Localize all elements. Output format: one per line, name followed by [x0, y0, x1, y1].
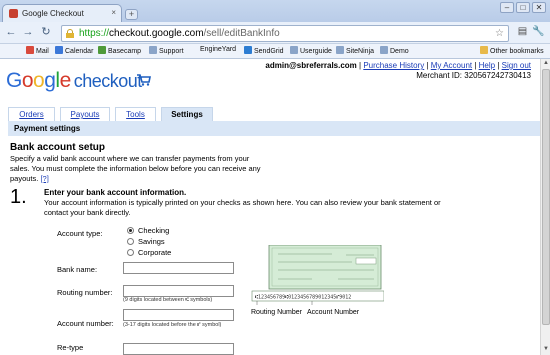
calendar-icon: [55, 46, 63, 54]
help-link[interactable]: Help: [479, 61, 495, 70]
bookmark-basecamp[interactable]: Basecamp: [98, 46, 141, 55]
account-bar: admin@sbreferrals.com | Purchase History…: [265, 61, 531, 80]
scroll-down-icon[interactable]: ▼: [542, 345, 550, 354]
lock-icon: [66, 29, 74, 38]
micr-line: ⑆123456789⑆0123456789012345⑈9012: [255, 295, 351, 301]
tab-payouts[interactable]: Payouts: [60, 107, 110, 121]
bookmark-demo[interactable]: Demo: [380, 46, 409, 55]
bookmarks-bar: Mail Calendar Basecamp Support EngineYar…: [0, 44, 550, 59]
bank-name-input[interactable]: [123, 262, 234, 274]
step-number: 1.: [10, 186, 27, 208]
tab-settings[interactable]: Settings: [161, 107, 213, 121]
bank-name-label: Bank name:: [57, 265, 98, 274]
sign-out-link[interactable]: Sign out: [502, 61, 531, 70]
page-icon: [380, 46, 388, 54]
retype-account-input[interactable]: [123, 343, 234, 355]
routing-number-input[interactable]: [123, 285, 234, 297]
account-number-label: Account number:: [57, 319, 114, 328]
tab-orders[interactable]: Orders: [8, 107, 55, 121]
other-bookmarks[interactable]: Other bookmarks: [480, 46, 544, 55]
browser-toolbar: ← → ↻ https://checkout.google.com/sell/e…: [0, 22, 550, 44]
intro-text: Specify a valid bank account where we ca…: [10, 154, 261, 183]
address-bar[interactable]: https://checkout.google.com/sell/editBan…: [61, 25, 509, 42]
sendgrid-icon: [244, 46, 252, 54]
tab-tools[interactable]: Tools: [115, 107, 156, 121]
page-title: Bank account setup: [10, 142, 106, 153]
scrollbar-thumb[interactable]: [542, 69, 550, 325]
routing-hint: (9 digits located between ⑆ symbols): [123, 297, 213, 303]
routing-number-label: Routing number:: [57, 288, 113, 297]
step-title: Enter your bank account information.: [44, 188, 187, 197]
page-icon: [149, 46, 157, 54]
purchase-history-link[interactable]: Purchase History: [363, 61, 424, 70]
google-checkout-logo[interactable]: Google checkout: [6, 69, 142, 93]
retype-account-label: Re-type: [57, 343, 84, 352]
browser-tab[interactable]: Google Checkout ×: [2, 4, 122, 22]
radio-checking[interactable]: Checking: [127, 226, 169, 235]
step-description: Your account information is typically pr…: [44, 198, 441, 217]
minimize-button[interactable]: –: [500, 2, 514, 13]
new-tab-button[interactable]: +: [125, 9, 138, 20]
back-button[interactable]: ←: [5, 27, 17, 39]
radio-icon[interactable]: [127, 238, 134, 245]
reload-button[interactable]: ↻: [40, 27, 52, 39]
bookmark-sendgrid[interactable]: SendGrid: [244, 46, 284, 55]
tab-strip: Google Checkout × + – □ ✕: [0, 0, 550, 22]
url-text[interactable]: https://checkout.google.com/sell/editBan…: [79, 28, 280, 39]
bookmark-star-icon[interactable]: ☆: [495, 28, 504, 39]
radio-selected-icon[interactable]: [127, 227, 134, 234]
tab-title: Google Checkout: [22, 9, 84, 18]
bookmark-support[interactable]: Support: [149, 46, 184, 55]
account-number-caption: Account Number: [307, 309, 360, 316]
section-header: Payment settings: [8, 121, 540, 136]
account-hint: (3-17 digits located before the ⑈ symbol…: [123, 322, 222, 328]
bookmark-engineyard[interactable]: EngineYard: [200, 46, 236, 53]
folder-icon: [480, 46, 488, 54]
close-window-button[interactable]: ✕: [532, 2, 546, 13]
merchant-id: Merchant ID: 320567242730413: [416, 71, 531, 80]
forward-button[interactable]: →: [22, 27, 34, 39]
page-icon: [336, 46, 344, 54]
bookmark-calendar[interactable]: Calendar: [55, 46, 93, 55]
tab-close-icon[interactable]: ×: [111, 8, 116, 17]
page-menu-icon[interactable]: ▤: [516, 26, 529, 39]
bookmark-mail[interactable]: Mail: [26, 46, 49, 55]
scroll-up-icon[interactable]: ▲: [542, 59, 550, 68]
help-question-link[interactable]: [?]: [40, 174, 48, 183]
account-email: admin@sbreferrals.com: [265, 61, 357, 70]
bookmark-siteninja[interactable]: SiteNinja: [336, 46, 374, 55]
radio-corporate[interactable]: Corporate: [127, 248, 171, 257]
maximize-button[interactable]: □: [516, 2, 530, 13]
gmail-icon: [26, 46, 34, 54]
page-content: Google checkout admin@sbreferrals.com | P…: [0, 59, 540, 355]
radio-savings[interactable]: Savings: [127, 237, 165, 246]
page-icon: [290, 46, 298, 54]
google-checkout-favicon-icon: [9, 9, 18, 18]
basecamp-icon: [98, 46, 106, 54]
window-controls: – □ ✕: [500, 2, 546, 13]
wrench-icon[interactable]: 🔧: [532, 26, 545, 39]
my-account-link[interactable]: My Account: [431, 61, 472, 70]
account-number-input[interactable]: [123, 309, 234, 321]
sample-check-image: ⑆123456789⑆0123456789012345⑈9012: [251, 245, 384, 305]
cart-icon: [137, 74, 151, 86]
vertical-scrollbar[interactable]: ▲ ▼: [540, 59, 550, 355]
account-type-label: Account type:: [57, 229, 103, 238]
browser-chrome: Google Checkout × + – □ ✕ ← → ↻ https://…: [0, 0, 550, 59]
radio-icon[interactable]: [127, 249, 134, 256]
routing-number-caption: Routing Number: [251, 309, 302, 316]
bookmark-userguide[interactable]: Userguide: [290, 46, 332, 55]
